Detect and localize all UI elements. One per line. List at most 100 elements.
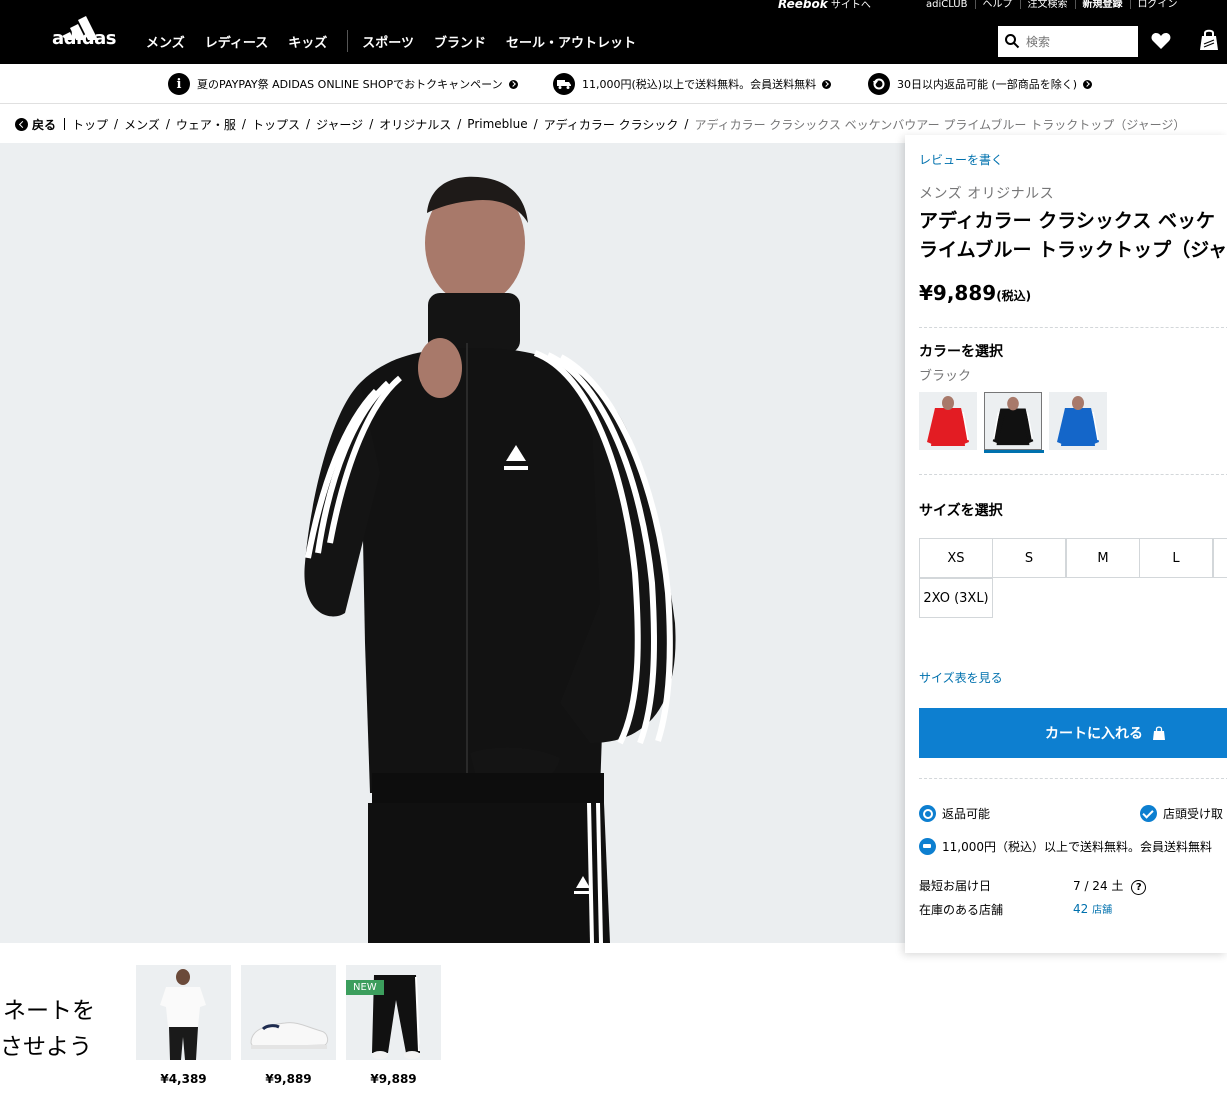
promo-returns-text: 30日以内返品可能 (一部商品を除く)	[897, 78, 1078, 91]
write-review-link[interactable]: レビューを書く	[919, 151, 1003, 168]
divider	[919, 327, 1227, 328]
free-shipping-info: 11,000円（税込）以上で送料無料。会員送料無料	[919, 838, 1212, 855]
divider	[919, 474, 1227, 475]
promo-bar: i 夏のPAYPAY祭 ADIDAS ONLINE SHOPでおトクキャンペーン…	[0, 64, 1227, 104]
help-link[interactable]: ヘルプ	[974, 0, 1020, 10]
nav-kids[interactable]: キッズ	[288, 32, 327, 51]
size-xl[interactable]	[1213, 538, 1227, 578]
size-heading: サイズを選択	[919, 503, 1003, 519]
complete-look-line2: させよう	[0, 1034, 92, 1060]
selected-color-name: ブラック	[919, 369, 972, 384]
help-question-icon[interactable]: ?	[1131, 880, 1147, 895]
breadcrumb-primeblue[interactable]: Primeblue	[467, 117, 527, 131]
promo-shipping[interactable]: 11,000円(税込)以上で送料無料。会員送料無料	[553, 72, 832, 96]
info-icon: i	[168, 73, 190, 95]
look-item-pants[interactable]: NEW	[346, 965, 441, 1060]
white-tshirt-thumbnail	[160, 969, 206, 1060]
product-category: メンズ オリジナルス	[919, 186, 1055, 202]
color-swatch-blue[interactable]	[1049, 392, 1107, 450]
chevron-right-icon	[508, 79, 518, 89]
product-image-gallery[interactable]	[0, 143, 905, 943]
delivery-label: 最短お届け日	[919, 879, 992, 893]
main-header: adidas メンズ レディース キッズ スポーツ ブランド セール・アウトレッ…	[0, 16, 1227, 64]
promo-paypay[interactable]: i 夏のPAYPAY祭 ADIDAS ONLINE SHOPでおトクキャンペーン	[168, 72, 518, 96]
breadcrumb-wear[interactable]: ウェア・服	[176, 116, 236, 133]
price-value: ¥9,889	[919, 281, 997, 305]
chevron-right-icon	[822, 79, 832, 89]
login-link[interactable]: ログイン	[1129, 0, 1185, 10]
breadcrumb-jersey[interactable]: ジャージ	[316, 116, 363, 133]
color-swatch-black[interactable]	[984, 392, 1044, 453]
nav-sale-outlet[interactable]: セール・アウトレット	[506, 32, 636, 51]
shopping-bag-icon[interactable]	[1198, 28, 1220, 52]
nav-sports[interactable]: スポーツ	[362, 32, 414, 51]
truck-icon	[553, 73, 575, 95]
nav-brands[interactable]: ブランド	[434, 32, 486, 51]
size-s[interactable]: S	[992, 538, 1066, 578]
reebok-brand: Reebok	[778, 0, 828, 11]
adiclub-link[interactable]: adiCLUB	[926, 0, 975, 10]
look-price-sneaker: ¥9,889	[265, 1072, 312, 1086]
size-m[interactable]: M	[1066, 538, 1140, 578]
size-xs[interactable]: XS	[919, 538, 993, 578]
breadcrumb-mens[interactable]: メンズ	[124, 116, 160, 133]
breadcrumb-tops[interactable]: トップス	[252, 116, 300, 133]
product-price: ¥9,889(税込)	[919, 281, 1031, 305]
search-icon[interactable]	[1004, 33, 1020, 49]
product-title: アディカラー クラシックス ベッケ ライムブルー トラックトップ（ジャ	[919, 207, 1227, 265]
truck-icon	[919, 838, 936, 855]
breadcrumb-divider	[64, 118, 66, 130]
complete-look-line1: ネートを	[3, 998, 95, 1024]
product-title-line2: ライムブルー トラックトップ（ジャ	[919, 239, 1227, 261]
breadcrumb-current: アディカラー クラシックス ベッケンバウアー プライムブルー トラックトップ（ジ…	[694, 117, 1186, 132]
register-link[interactable]: 新規登録	[1074, 0, 1130, 10]
nav-mens[interactable]: メンズ	[146, 32, 185, 51]
back-link[interactable]: 戻る	[15, 116, 56, 133]
black-jacket-thumbnail	[992, 396, 1034, 446]
logo-wordmark: adidas	[52, 28, 116, 49]
breadcrumb: 戻る トップ / メンズ / ウェア・服 / トップス / ジャージ / オリジナルス / …	[15, 115, 1191, 133]
look-item-sneaker[interactable]	[241, 965, 336, 1060]
free-shipping-text: 11,000円（税込）以上で送料無料。会員送料無料	[942, 840, 1212, 854]
promo-returns[interactable]: 30日以内返品可能 (一部商品を除く)	[868, 72, 1093, 96]
store-pickup-text: 店頭受け取	[1163, 807, 1224, 821]
search-input[interactable]	[1026, 26, 1134, 57]
new-badge: NEW	[346, 980, 384, 995]
nav-divider	[347, 30, 349, 52]
main-nav: メンズ レディース キッズ スポーツ ブランド セール・アウトレット	[146, 18, 656, 64]
adidas-logo[interactable]: adidas	[52, 16, 122, 64]
return-icon	[868, 73, 890, 95]
white-sneaker-thumbnail	[250, 1022, 329, 1049]
stock-store-label: 在庫のある店舗	[919, 903, 1004, 917]
utility-bar: Reebok サイトへ adiCLUB ヘルプ 注文検索 新規登録 ログイン	[0, 0, 1227, 18]
checkmark-icon	[1140, 805, 1157, 822]
return-icon	[919, 805, 936, 822]
wishlist-heart-icon[interactable]	[1150, 30, 1172, 52]
breadcrumb-originals[interactable]: オリジナルス	[379, 116, 451, 133]
look-item-tshirt[interactable]	[136, 965, 231, 1060]
bag-icon	[1153, 726, 1165, 740]
returns-info: 返品可能	[919, 805, 990, 822]
stock-store-link[interactable]: 42 店舗	[1073, 901, 1112, 916]
order-search-link[interactable]: 注文検索	[1019, 0, 1075, 10]
nav-womens[interactable]: レディース	[205, 32, 268, 51]
product-photo	[304, 176, 676, 943]
breadcrumb-adicolor-classic[interactable]: アディカラー クラシック	[544, 116, 679, 133]
chevron-right-icon	[1083, 79, 1093, 89]
size-chart-link[interactable]: サイズ表を見る	[919, 669, 1003, 686]
returns-text: 返品可能	[942, 807, 991, 821]
add-to-cart-button[interactable]: カートに入れる	[919, 708, 1227, 758]
blue-jacket-thumbnail	[1057, 396, 1099, 446]
back-label: 戻る	[32, 117, 57, 132]
size-l[interactable]: L	[1139, 538, 1213, 578]
red-jacket-thumbnail	[927, 396, 969, 446]
reebok-link[interactable]: Reebok サイトへ	[778, 0, 871, 11]
promo-paypay-text: 夏のPAYPAY祭 ADIDAS ONLINE SHOPでおトクキャンペーン	[197, 78, 503, 91]
color-swatch-red[interactable]	[919, 392, 977, 450]
add-to-cart-label: カートに入れる	[1045, 726, 1143, 742]
divider	[919, 778, 1227, 779]
breadcrumb-top[interactable]: トップ	[72, 116, 108, 133]
size-2xo[interactable]: 2XO (3XL)	[919, 578, 993, 618]
store-pickup-info: 店頭受け取	[1140, 805, 1223, 822]
utility-links: adiCLUB ヘルプ 注文検索 新規登録 ログイン	[926, 0, 1185, 10]
